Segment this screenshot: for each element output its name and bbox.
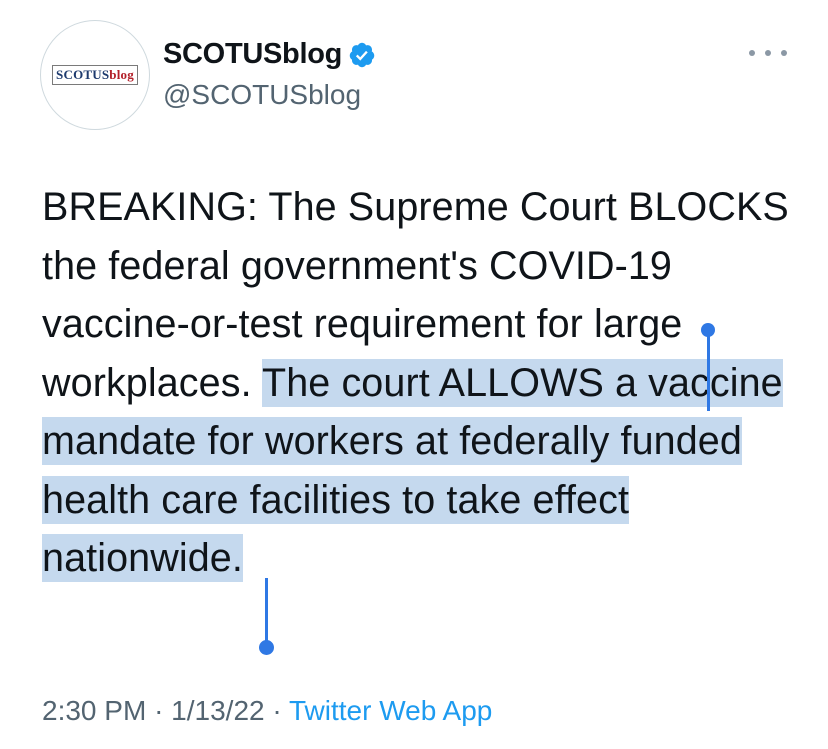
tweet-text[interactable]: BREAKING: The Supreme Court BLOCKS the f… [42, 178, 802, 588]
more-dot [781, 50, 787, 56]
display-name[interactable]: SCOTUSblog [163, 38, 342, 71]
selection-end-caret [265, 578, 268, 646]
scotusblog-logo: SCOTUSblog [52, 65, 138, 85]
more-dot [749, 50, 755, 56]
separator: · [272, 695, 282, 726]
selection-start-handle[interactable] [701, 323, 715, 413]
selection-end-knob [259, 640, 274, 655]
tweet-date[interactable]: 1/13/22 [171, 695, 264, 726]
separator: · [154, 695, 164, 726]
name-row: SCOTUSblog [163, 38, 376, 71]
selection-end-handle[interactable] [258, 578, 274, 658]
account-handle[interactable]: @SCOTUSblog [163, 79, 361, 111]
tweet-time[interactable]: 2:30 PM [42, 695, 146, 726]
verified-badge-icon [349, 42, 375, 67]
tweet-metadata: 2:30 PM · 1/13/22 · Twitter Web App [42, 695, 492, 727]
more-options-icon[interactable] [749, 46, 787, 60]
selection-start-caret [707, 331, 710, 411]
avatar[interactable]: SCOTUSblog [40, 20, 150, 130]
more-dot [765, 50, 771, 56]
tweet-source-link[interactable]: Twitter Web App [289, 695, 492, 726]
